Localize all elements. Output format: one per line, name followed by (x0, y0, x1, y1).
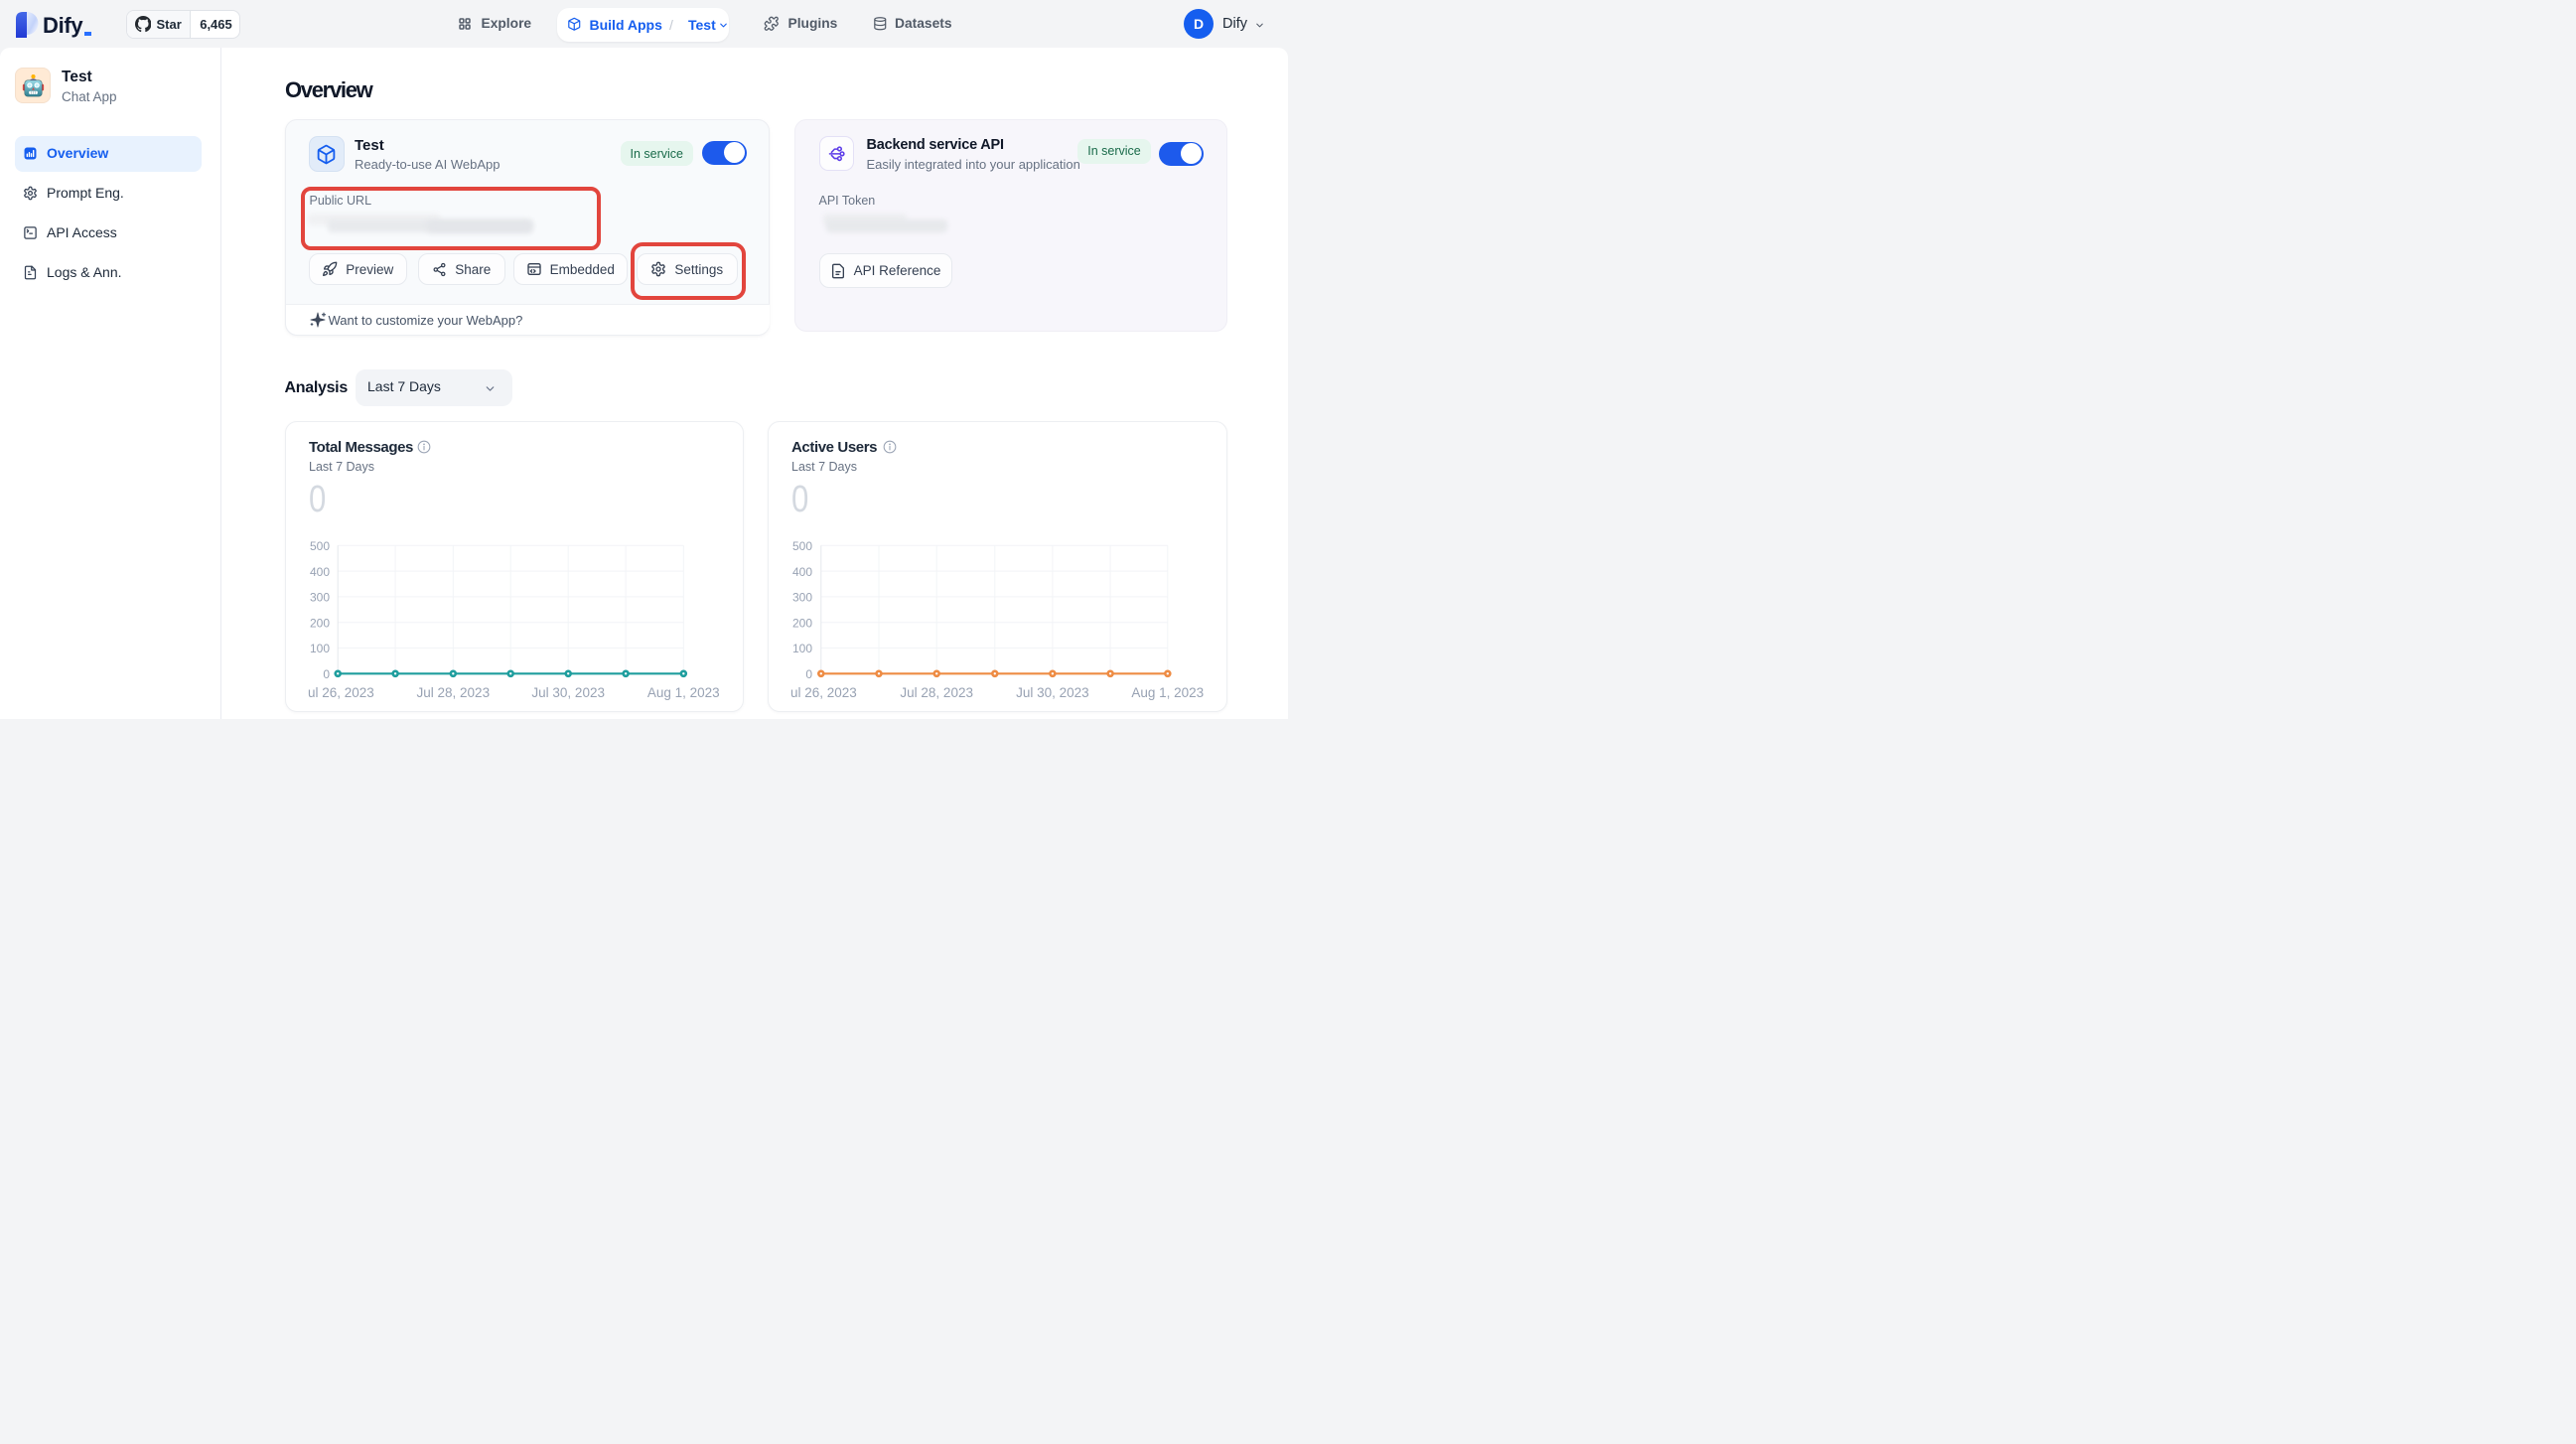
svg-text:Jul 30, 2023: Jul 30, 2023 (531, 685, 605, 700)
svg-text:400: 400 (792, 565, 812, 579)
svg-text:Jul 28, 2023: Jul 28, 2023 (900, 685, 973, 700)
svg-text:ul 26, 2023: ul 26, 2023 (790, 685, 857, 700)
svg-text:500: 500 (792, 539, 812, 553)
svg-text:Jul 30, 2023: Jul 30, 2023 (1016, 685, 1089, 700)
svg-text:400: 400 (310, 565, 330, 579)
svg-text:300: 300 (792, 591, 812, 605)
svg-text:200: 200 (310, 616, 330, 630)
svg-text:300: 300 (310, 591, 330, 605)
svg-text:0: 0 (323, 667, 330, 681)
svg-text:0: 0 (805, 667, 812, 681)
svg-text:Aug 1, 2023: Aug 1, 2023 (1131, 685, 1204, 700)
svg-text:100: 100 (792, 642, 812, 655)
svg-text:100: 100 (310, 642, 330, 655)
svg-text:200: 200 (792, 616, 812, 630)
svg-text:Aug 1, 2023: Aug 1, 2023 (647, 685, 720, 700)
svg-text:500: 500 (310, 539, 330, 553)
svg-text:Jul 28, 2023: Jul 28, 2023 (417, 685, 491, 700)
svg-text:ul 26, 2023: ul 26, 2023 (308, 685, 374, 700)
